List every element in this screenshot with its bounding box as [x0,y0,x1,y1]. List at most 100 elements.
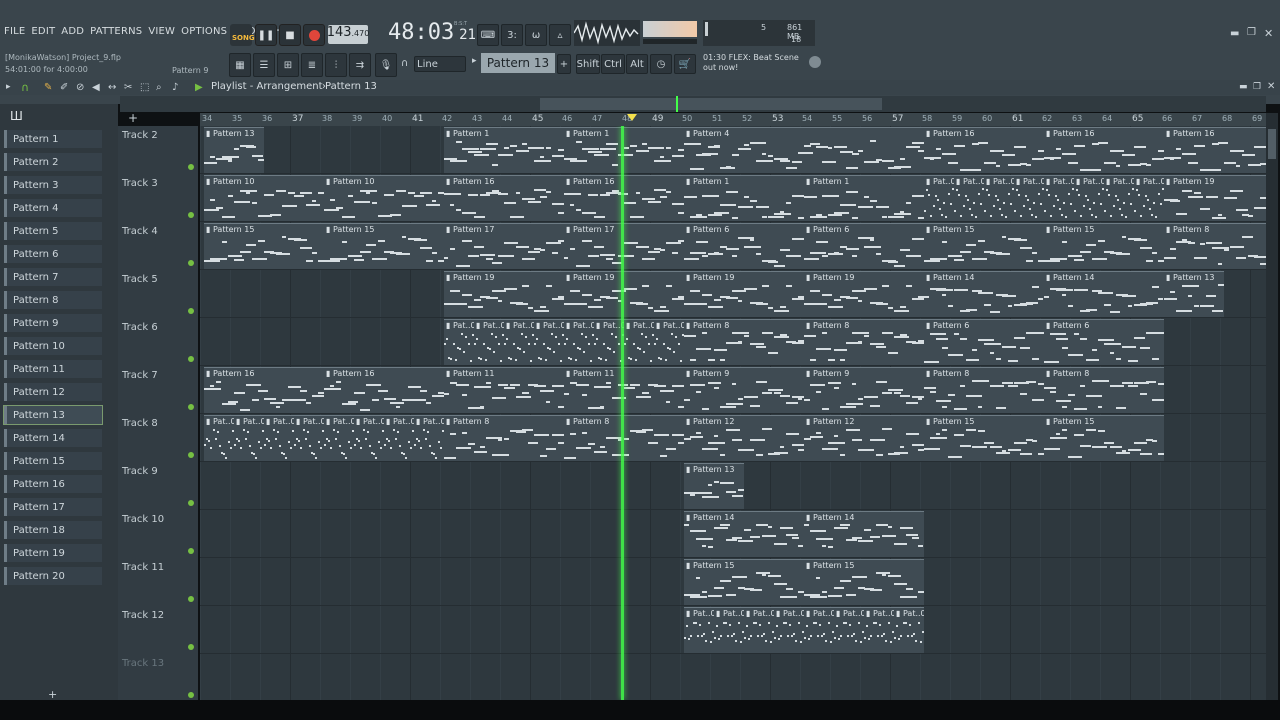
pattern-clip[interactable]: ▮ Pattern 1 [684,175,804,221]
track-enable-led-icon[interactable] [188,548,194,554]
pattern-clip[interactable]: ▮ Pattern 19 [804,271,924,317]
vertical-scroll-thumb[interactable] [1268,129,1276,159]
pattern-clip[interactable]: ▮ Pattern 15 [324,223,444,269]
ctrl-modifier-button[interactable]: Ctrl [601,54,625,74]
pattern-clip[interactable]: ▮ Pat..0 [534,319,564,365]
pattern-clip[interactable]: ▮ Pat..0 [264,415,294,461]
pattern-clip[interactable]: ▮ Pattern 1 [444,127,564,173]
pattern-clip[interactable]: ▮ Pattern 16 [564,175,684,221]
draw-tool-icon[interactable]: ✎ [44,82,52,93]
paint-tool-icon[interactable]: ✐ [60,82,68,93]
microphone-icon[interactable]: 🎙 [375,53,397,77]
slice-tool-icon[interactable]: ✂ [124,82,132,93]
pattern-list-item[interactable]: Pattern 4 [4,199,102,217]
pattern-clip[interactable]: ▮ Pattern 8 [684,319,804,365]
close-window-icon[interactable]: ✕ [1264,27,1273,40]
pattern-clip[interactable]: ▮ Pattern 19 [1164,175,1266,221]
menu-options[interactable]: OPTIONS [181,26,227,40]
restore-window-icon[interactable]: ❐ [1247,27,1256,38]
pattern-clip[interactable]: ▮ Pat..0 [324,415,354,461]
record-button[interactable] [303,24,325,46]
metronome-icon[interactable]: ▵ [549,24,571,46]
pattern-clip[interactable]: ▮ Pattern 8 [564,415,684,461]
pattern-list-item[interactable]: Pattern 19 [4,544,102,562]
pattern-list-item[interactable]: Pattern 14 [4,429,102,447]
menu-add[interactable]: ADD [61,26,84,40]
pattern-clip[interactable]: ▮ Pattern 15 [1044,415,1164,461]
playhead-line[interactable] [621,126,624,700]
pattern-clip[interactable]: ▮ Pattern 9 [804,367,924,413]
arrangement-grid[interactable]: ▮ Pattern 13 ▮ Pattern 1 ▮ Pattern 1 ▮ Patt… [200,126,1266,700]
pattern-clip[interactable]: ▮ Pat..0 [804,607,834,653]
playlist-play-icon[interactable]: ▶ [195,82,203,93]
pattern-clip[interactable]: ▮ Pattern 17 [564,223,684,269]
playback-tool-icon[interactable]: ♪ [172,82,178,93]
playlist-menu-arrow-icon[interactable]: ▸ [6,82,11,92]
pattern-clip[interactable]: ▮ Pattern 8 [804,319,924,365]
pattern-clip[interactable]: ▮ Pat..0 [444,319,474,365]
typing-keyboard-icon[interactable]: ⌨ [477,24,499,46]
pattern-clip[interactable]: ▮ Pat..0 [684,607,714,653]
pattern-clip[interactable]: ▮ Pattern 16 [204,367,324,413]
track-enable-led-icon[interactable] [188,260,194,266]
pattern-clip[interactable]: ▮ Pattern 19 [444,271,564,317]
track-header[interactable]: Track 10 [122,514,196,554]
pattern-clip[interactable]: ▮ Pattern 15 [804,559,924,605]
pattern-clip[interactable]: ▮ Pattern 12 [804,415,924,461]
pattern-list-item[interactable]: Pattern 15 [4,452,102,470]
track-header[interactable]: Track 3 [122,178,196,218]
pattern-clip[interactable]: ▮ Pattern 19 [684,271,804,317]
track-enable-led-icon[interactable] [188,596,194,602]
pattern-clip[interactable]: ▮ Pattern 16 [324,367,444,413]
pattern-clip[interactable]: ▮ Pattern 6 [684,223,804,269]
pattern-clip[interactable]: ▮ Pattern 16 [1164,127,1266,173]
blend-notes-icon[interactable]: ω [525,24,547,46]
pattern-clip[interactable]: ▮ Pattern 13 [204,127,264,173]
pattern-clip[interactable]: ▮ Pattern 11 [444,367,564,413]
pattern-list-item[interactable]: Pattern 20 [4,567,102,585]
browser-icon[interactable]: ☰ [253,53,275,77]
pattern-list-item[interactable]: Pattern 5 [4,222,102,240]
pattern-list-item[interactable]: Pattern 17 [4,498,102,516]
pattern-clip[interactable]: ▮ Pat..0 [354,415,384,461]
plugin-picker-icon[interactable]: ⇉ [349,53,371,77]
pattern-clip[interactable]: ▮ Pat..0 [744,607,774,653]
slip-tool-icon[interactable]: ↔ [108,82,116,93]
shop-cart-icon[interactable]: 🛒 [674,54,696,74]
pattern-clip[interactable]: ▮ Pattern 6 [924,319,1044,365]
pattern-clip[interactable]: ▮ Pat..0 [714,607,744,653]
pattern-clip[interactable]: ▮ Pat..0 [654,319,684,365]
track-header[interactable]: Track 11 [122,562,196,602]
pattern-clip[interactable]: ▮ Pat..0 [894,607,924,653]
tempo-display[interactable]: 143.470 [327,25,369,44]
pattern-clip[interactable]: ▮ Pattern 16 [1044,127,1164,173]
pattern-clip[interactable]: ▮ Pattern 14 [924,271,1044,317]
select-tool-icon[interactable]: ⬚ [140,82,149,93]
pattern-clip[interactable]: ▮ Pattern 10 [324,175,444,221]
add-pattern-button[interactable]: + [557,54,571,74]
overview-strip[interactable] [120,96,1266,112]
pattern-picker-menu-icon[interactable]: Ш [10,109,23,123]
pattern-clip[interactable]: ▮ Pattern 6 [1044,319,1164,365]
playlist-maximize-icon[interactable]: ❐ [1253,82,1261,92]
pattern-list-item[interactable]: Pattern 7 [4,268,102,286]
pattern-clip[interactable]: ▮ Pat..0 [1044,175,1074,221]
pattern-list-item[interactable]: Pattern 10 [4,337,102,355]
track-enable-led-icon[interactable] [188,308,194,314]
pattern-clip[interactable]: ▮ Pat..0 [564,319,594,365]
pattern-clip[interactable]: ▮ Pattern 8 [444,415,564,461]
pattern-list-item[interactable]: Pattern 3 [4,176,102,194]
track-enable-led-icon[interactable] [188,164,194,170]
delete-tool-icon[interactable]: ⊘ [76,82,84,93]
menu-patterns[interactable]: PATTERNS [90,26,142,40]
pattern-clip[interactable]: ▮ Pat..0 [594,319,624,365]
playhead-marker-icon[interactable] [627,114,637,121]
pattern-clip[interactable]: ▮ Pattern 17 [444,223,564,269]
stop-button[interactable]: ■ [279,24,301,46]
pattern-clip[interactable]: ▮ Pattern 15 [204,223,324,269]
track-header[interactable]: Track 13 [122,658,196,698]
pattern-list-item[interactable]: Pattern 18 [4,521,102,539]
pattern-clip[interactable]: ▮ Pat..0 [504,319,534,365]
track-header[interactable]: Track 7 [122,370,196,410]
pattern-clip[interactable]: ▮ Pattern 15 [1044,223,1164,269]
